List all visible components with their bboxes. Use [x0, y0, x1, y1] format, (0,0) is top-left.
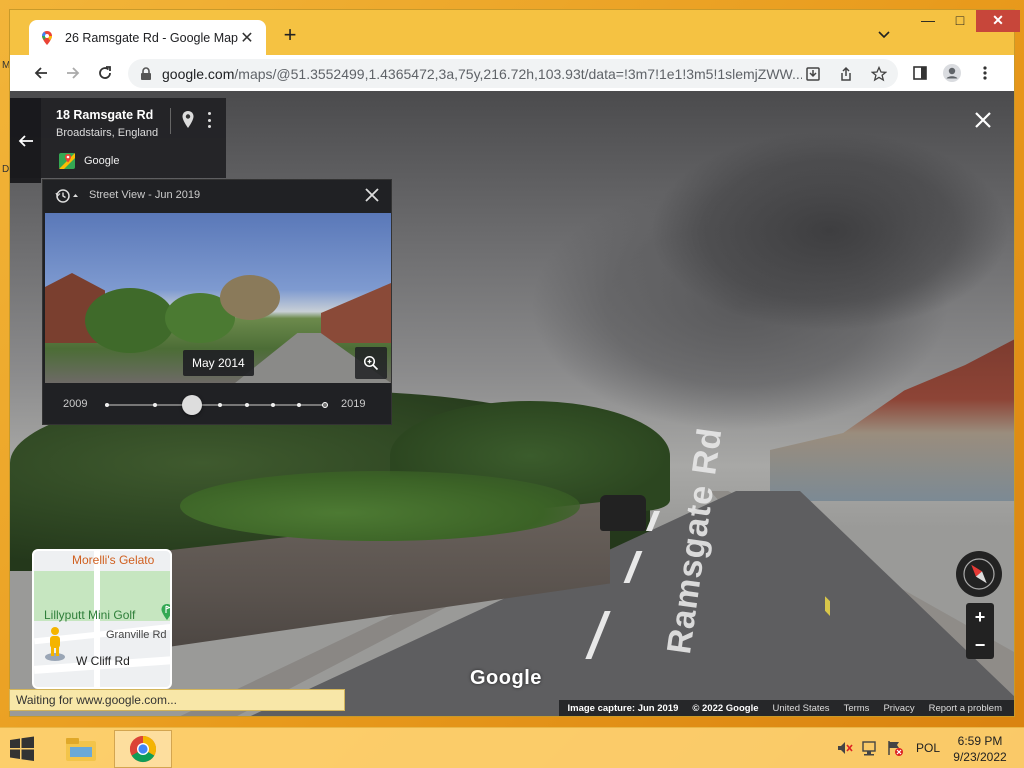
road-label-granville: Granville Rd: [106, 629, 167, 641]
address-bar[interactable]: google.com/maps/@51.3552499,1.4365472,3a…: [128, 59, 898, 88]
source-label: Google: [84, 155, 120, 167]
chrome-icon: [129, 735, 157, 763]
year-dot[interactable]: [271, 403, 275, 407]
side-panel-icon[interactable]: [906, 59, 934, 87]
street-view-viewport[interactable]: Ramsgate Rd 18 Ramsgate Rd Broadstairs, …: [10, 91, 1014, 716]
network-icon[interactable]: [861, 738, 879, 758]
taskbar: POL 6:59 PM 9/23/2022: [0, 727, 1024, 768]
selected-date-badge: May 2014: [183, 350, 254, 376]
car: [600, 495, 646, 531]
tab-close-icon[interactable]: ✕: [238, 28, 256, 48]
browser-toolbar: google.com/maps/@51.3552499,1.4365472,3a…: [10, 55, 1014, 91]
status-bubble: Waiting for www.google.com...: [9, 689, 345, 711]
source-attribution: Google: [58, 152, 119, 170]
clock-time: 6:59 PM: [957, 734, 1003, 748]
tree: [220, 275, 280, 320]
year-dot[interactable]: [105, 403, 109, 407]
minimap[interactable]: Morelli's Gelato Lillyputt Mini Golf Gra…: [32, 549, 172, 689]
map-pin-icon[interactable]: [180, 110, 196, 130]
file-explorer-icon: [66, 738, 96, 761]
windows-start-icon[interactable]: [8, 736, 36, 762]
image-capture-date: Image capture: Jun 2019: [567, 702, 679, 714]
clock[interactable]: 6:59 PM 9/23/2022: [950, 733, 1010, 765]
tab-title: 26 Ramsgate Rd - Google Maps: [65, 30, 238, 45]
year-dot[interactable]: [218, 403, 222, 407]
end-year: 2019: [341, 398, 366, 410]
year-dot[interactable]: [153, 403, 157, 407]
clock-date: 9/23/2022: [953, 750, 1007, 764]
more-options-icon[interactable]: [203, 110, 215, 130]
action-center-flag-icon[interactable]: [886, 738, 904, 758]
chrome-menu-icon[interactable]: [971, 59, 999, 87]
time-travel-panel: Street View - Jun 2019 May 2014 2009 201…: [42, 179, 392, 425]
tab-google-maps[interactable]: 26 Ramsgate Rd - Google Maps ✕: [29, 20, 266, 55]
bookmark-star-icon[interactable]: [869, 64, 889, 84]
window-close-icon[interactable]: ✕: [976, 10, 1020, 32]
exit-street-view-close-icon[interactable]: [972, 109, 994, 131]
forward-icon[interactable]: [58, 58, 88, 88]
back-arrow-icon[interactable]: [10, 98, 41, 183]
address-subtitle: Broadstairs, England: [56, 127, 159, 139]
close-icon[interactable]: [363, 186, 381, 204]
volume-muted-icon[interactable]: [836, 738, 854, 758]
profile-avatar-icon[interactable]: [938, 59, 966, 87]
time-slider[interactable]: 2009 2019: [43, 390, 391, 420]
zoom-control: + −: [966, 603, 994, 659]
region-link[interactable]: United States: [773, 703, 830, 714]
slider-track[interactable]: [105, 404, 323, 406]
terms-link[interactable]: Terms: [844, 703, 870, 714]
lock-icon: [141, 66, 151, 80]
divider: [170, 108, 171, 134]
maximize-icon[interactable]: □: [944, 10, 976, 32]
address-title: 18 Ramsgate Rd: [56, 108, 154, 122]
road-label-wcliff: W Cliff Rd: [76, 654, 130, 668]
taskbar-file-explorer[interactable]: [52, 730, 110, 768]
slider-thumb[interactable]: [182, 395, 203, 415]
pegman-icon[interactable]: [44, 626, 66, 662]
golf-pin-icon[interactable]: [160, 603, 172, 621]
house: [321, 283, 391, 343]
start-year: 2009: [63, 398, 88, 410]
install-app-icon[interactable]: [803, 64, 823, 84]
place-label-golf[interactable]: Lillyputt Mini Golf: [44, 608, 135, 622]
language-indicator[interactable]: POL: [916, 741, 940, 755]
new-tab-icon[interactable]: +: [278, 24, 302, 46]
share-icon[interactable]: [836, 64, 856, 84]
zoom-in-icon[interactable]: [355, 347, 387, 379]
taskbar-chrome[interactable]: [114, 730, 172, 768]
time-travel-label: Street View - Jun 2019: [89, 189, 201, 201]
hedge: [180, 471, 580, 541]
google-maps-icon: [42, 30, 52, 45]
minimize-icon[interactable]: —: [912, 10, 944, 32]
year-dot-current[interactable]: [322, 402, 328, 408]
year-dot[interactable]: [245, 403, 249, 407]
google-maps-logo-icon: [59, 153, 75, 169]
place-label-gelato[interactable]: Morelli's Gelato: [72, 553, 154, 567]
browser-window: 26 Ramsgate Rd - Google Maps ✕ + — □ ✕ g…: [9, 9, 1020, 717]
tab-search-chevron-icon[interactable]: [878, 28, 890, 42]
window-controls: — □ ✕: [912, 10, 1020, 32]
zoom-out-button[interactable]: −: [966, 631, 994, 659]
back-icon[interactable]: [26, 58, 56, 88]
attribution-footer: Image capture: Jun 2019 © 2022 Google Un…: [559, 700, 1014, 716]
tab-strip: 26 Ramsgate Rd - Google Maps ✕ + — □ ✕: [10, 10, 1020, 55]
report-problem-link[interactable]: Report a problem: [929, 703, 1002, 714]
url-text[interactable]: google.com/maps/@51.3552499,1.4365472,3a…: [162, 66, 802, 82]
year-dot[interactable]: [297, 403, 301, 407]
copyright: © 2022 Google: [692, 702, 759, 714]
cloud: [650, 131, 1010, 331]
reload-icon[interactable]: [90, 58, 120, 88]
google-logo: Google: [470, 667, 542, 689]
history-clock-icon[interactable]: [55, 188, 81, 204]
zoom-in-button[interactable]: +: [966, 603, 994, 631]
address-card: 18 Ramsgate Rd Broadstairs, England Goog…: [10, 98, 226, 183]
tree: [85, 288, 175, 353]
historic-preview-image[interactable]: May 2014: [45, 213, 391, 383]
compass-icon[interactable]: [956, 551, 1002, 597]
privacy-link[interactable]: Privacy: [883, 703, 914, 714]
